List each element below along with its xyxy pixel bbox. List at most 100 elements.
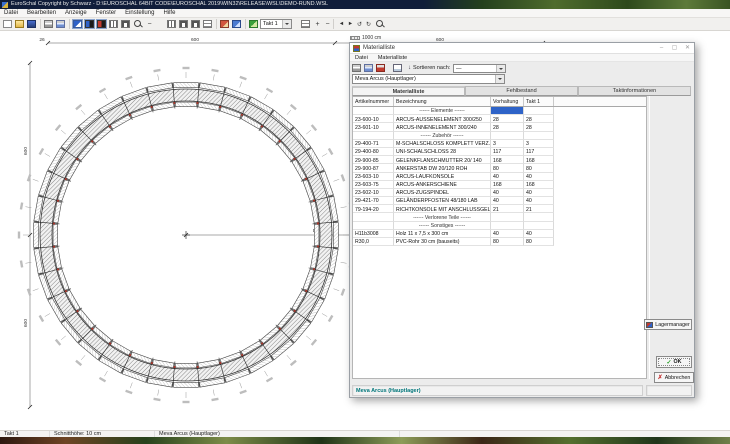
table-cell[interactable]: 40: [491, 197, 524, 205]
dash-icon[interactable]: −: [144, 19, 155, 29]
ok-button[interactable]: ✓ OK: [656, 356, 692, 368]
column-header[interactable]: Vorhaltung: [491, 97, 524, 106]
table-cell[interactable]: 28: [524, 123, 554, 131]
menu-item[interactable]: Einstellung: [125, 10, 154, 16]
table-cell[interactable]: 40: [524, 173, 554, 181]
table-row[interactable]: 29-900-87ANKERSTAB DW 20/120 ROH8080: [353, 164, 646, 172]
table-cell[interactable]: [524, 107, 554, 115]
table-row[interactable]: 23-603-10ARCUS-LAUFKONSOLE4040: [353, 173, 646, 181]
layer-select[interactable]: Meva Arcus (Hauptlager): [352, 74, 505, 84]
table-cell[interactable]: [491, 222, 524, 230]
takt-selector[interactable]: Takt 1: [260, 19, 292, 29]
table-row[interactable]: H11b3008Holz 11 x 7,5 x 300 cm4040: [353, 230, 646, 238]
minimize-icon[interactable]: –: [655, 43, 668, 54]
table-cell[interactable]: 40: [524, 230, 554, 238]
table-cell[interactable]: R30,0: [353, 238, 394, 246]
table-cell[interactable]: ------ Elemente ------: [394, 107, 491, 115]
sort-select[interactable]: —: [453, 64, 506, 73]
table-cell[interactable]: [353, 222, 394, 230]
view-plan-icon[interactable]: [84, 19, 95, 29]
chevron-down-icon[interactable]: [282, 20, 291, 28]
table-cell[interactable]: 29-400-71: [353, 140, 394, 148]
tab-materialliste[interactable]: Materialliste: [352, 86, 465, 96]
column-header[interactable]: Artikelnummer: [353, 97, 394, 106]
menu-item[interactable]: Fenster: [96, 10, 116, 16]
table-cell[interactable]: 29-900-85: [353, 156, 394, 164]
zoom-icon[interactable]: [132, 19, 143, 29]
view-measure-icon[interactable]: [108, 19, 119, 29]
table-cell[interactable]: 80: [491, 238, 524, 246]
table-cell[interactable]: 168: [524, 156, 554, 164]
table-cell[interactable]: 79-194-20: [353, 205, 394, 213]
table-row[interactable]: 79-194-20RICHTKONSOLE MIT ANSCHLUSSGELEN…: [353, 205, 646, 213]
table-cell[interactable]: 29-400-80: [353, 148, 394, 156]
table-row[interactable]: 23-601-10ARCUS-INNENELEMENT 300/2402828: [353, 123, 646, 131]
takt-blue-icon[interactable]: [231, 19, 242, 29]
opening-tool-icon[interactable]: [202, 19, 213, 29]
table-cell[interactable]: 40: [491, 189, 524, 197]
table-cell[interactable]: [524, 213, 554, 221]
table-cell[interactable]: 23-601-10: [353, 123, 394, 131]
menu-item[interactable]: Bearbeiten: [27, 10, 56, 16]
table-cell[interactable]: 40: [524, 197, 554, 205]
table-cell[interactable]: ------ Verlorene Teile ------: [394, 213, 491, 221]
table-cell[interactable]: [353, 213, 394, 221]
menu-item[interactable]: Datei: [4, 10, 18, 16]
table-cell[interactable]: ANKERSTAB DW 20/120 ROH: [394, 164, 491, 172]
table-cell[interactable]: PVC-Rohr 30 cm (bauseits): [394, 238, 491, 246]
table-cell[interactable]: 21: [491, 205, 524, 213]
table-cell[interactable]: 28: [491, 123, 524, 131]
table-cell[interactable]: 40: [524, 189, 554, 197]
table-cell[interactable]: 23-600-10: [353, 115, 394, 123]
ceiling-tool-icon[interactable]: [178, 19, 189, 29]
table-cell[interactable]: ARCUS-ZUGSPINDEL: [394, 189, 491, 197]
table-cell[interactable]: 117: [524, 148, 554, 156]
table-cell[interactable]: 168: [491, 156, 524, 164]
table-row[interactable]: 23-600-10ARCUS-AUSSENELEMENT 300/2502828: [353, 115, 646, 123]
table-cell[interactable]: 80: [491, 164, 524, 172]
table-cell[interactable]: [524, 222, 554, 230]
takt-red-icon[interactable]: [219, 19, 230, 29]
table-row[interactable]: ------ Sonstiges ------: [353, 222, 646, 230]
close-icon[interactable]: ✕: [681, 43, 694, 54]
table-row[interactable]: 23-603-75ARCUS-ANKERSCHIENE168168: [353, 181, 646, 189]
table-cell[interactable]: 23-603-75: [353, 181, 394, 189]
table-cell[interactable]: 23-603-10: [353, 173, 394, 181]
table-cell[interactable]: [491, 132, 524, 140]
column-tool-icon[interactable]: [190, 19, 201, 29]
table-cell[interactable]: ARCUS-LAUFKONSOLE: [394, 173, 491, 181]
column-header[interactable]: Bezeichnung: [394, 97, 491, 106]
takt-icon[interactable]: [248, 19, 259, 29]
table-cell[interactable]: H11b3008: [353, 230, 394, 238]
table-cell[interactable]: UNI-SCHALSCHLOSS 28: [394, 148, 491, 156]
menu-item[interactable]: Hilfe: [163, 10, 175, 16]
table-row[interactable]: ------ Zubehör ------: [353, 132, 646, 140]
save-icon[interactable]: [26, 19, 37, 29]
table-cell[interactable]: 3: [491, 140, 524, 148]
cancel-button[interactable]: ✗ Abbrechen: [654, 372, 694, 383]
save-list-icon[interactable]: [392, 63, 403, 73]
table-cell[interactable]: M-SCHALSCHLOSS KOMPLETT VERZ.: [394, 140, 491, 148]
table-cell[interactable]: [353, 107, 394, 115]
table-cell[interactable]: 21: [524, 205, 554, 213]
new-icon[interactable]: [2, 19, 13, 29]
table-cell[interactable]: ARCUS-INNENELEMENT 300/240: [394, 123, 491, 131]
table-cell[interactable]: Holz 11 x 7,5 x 300 cm: [394, 230, 491, 238]
table-cell[interactable]: GELENKFLANSCHMUTTER 20/ 140: [394, 156, 491, 164]
dialog-menu-item[interactable]: Materialliste: [378, 55, 407, 61]
column-header[interactable]: Takt 1: [524, 97, 554, 106]
table-cell[interactable]: 3: [524, 140, 554, 148]
table-cell[interactable]: ARCUS-AUSSENELEMENT 300/250: [394, 115, 491, 123]
view-fill-icon[interactable]: [96, 19, 107, 29]
table-cell[interactable]: RICHTKONSOLE MIT ANSCHLUSSGELENK: [394, 205, 491, 213]
table-cell[interactable]: ------ Zubehör ------: [394, 132, 491, 140]
table-cell[interactable]: 168: [491, 181, 524, 189]
chevron-down-icon[interactable]: [496, 65, 505, 72]
table-cell[interactable]: 40: [491, 230, 524, 238]
table-row[interactable]: 29-900-85GELENKFLANSCHMUTTER 20/ 1401681…: [353, 156, 646, 164]
table-row[interactable]: ------ Verlorene Teile ------: [353, 213, 646, 221]
table-cell[interactable]: ARCUS-ANKERSCHIENE: [394, 181, 491, 189]
table-cell[interactable]: [491, 213, 524, 221]
table-cell[interactable]: 29-900-87: [353, 164, 394, 172]
tab-taktinformationen[interactable]: Taktinformationen: [578, 86, 691, 96]
